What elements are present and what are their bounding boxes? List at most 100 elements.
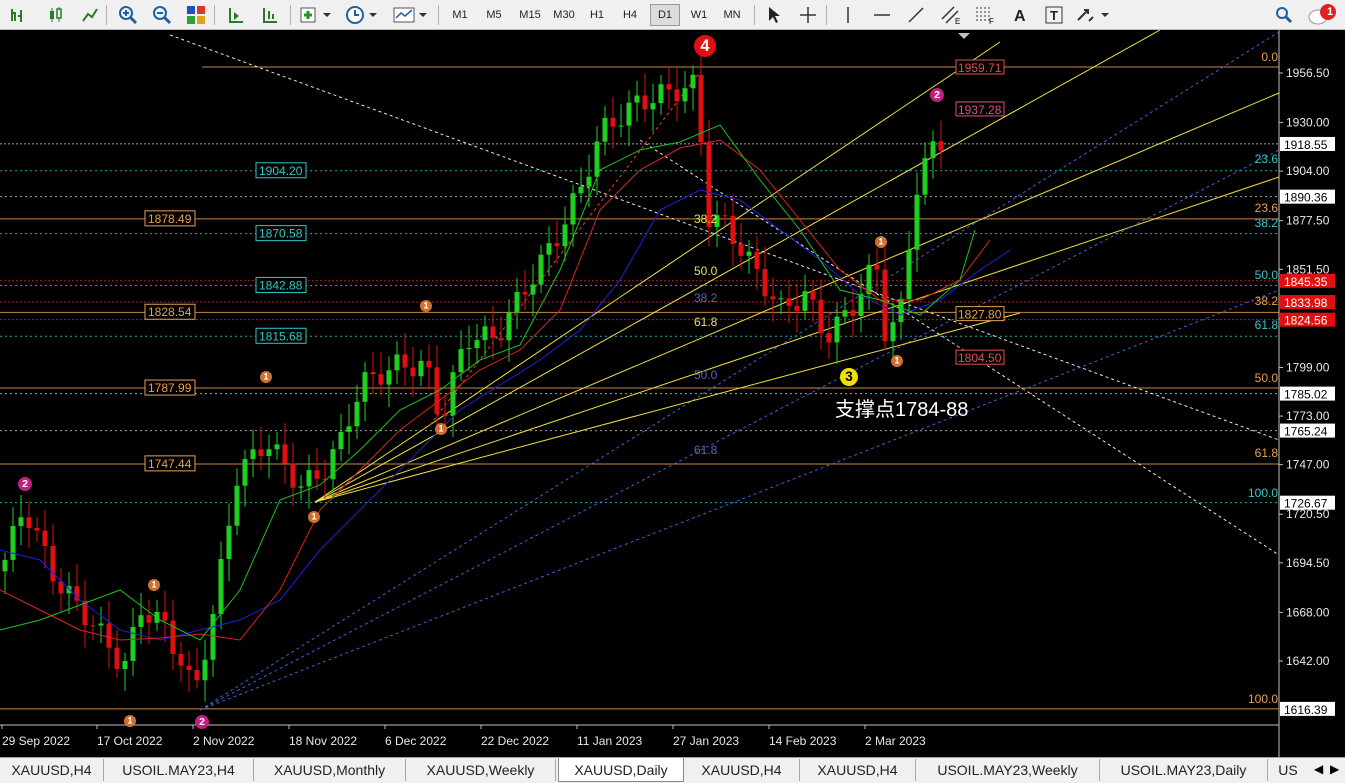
- wave-label: 3: [845, 369, 853, 384]
- period-m5-button[interactable]: M5: [479, 4, 509, 26]
- price-axis-tick: 1694.50: [1286, 556, 1330, 570]
- fib-mid-label: 50.0: [694, 368, 718, 382]
- level-label: 1878.49: [148, 212, 192, 226]
- level-label: 1815.68: [259, 329, 303, 343]
- fib-level-label: 61.8: [1255, 446, 1279, 460]
- level-label: 1870.58: [259, 227, 303, 241]
- level-label: 1828.54: [148, 305, 192, 319]
- period-m30-button[interactable]: M30: [548, 4, 580, 26]
- tab-usoil-weekly[interactable]: USOIL.MAY23,Weekly: [916, 759, 1100, 781]
- fib-level-label: 50.0: [1255, 371, 1279, 385]
- period-d1-button[interactable]: D1: [650, 4, 680, 26]
- date-axis-label: 14 Feb 2023: [769, 734, 837, 748]
- period-w1-button[interactable]: W1: [684, 4, 714, 26]
- svg-text:E: E: [955, 17, 960, 25]
- period-mn-button[interactable]: MN: [717, 4, 747, 26]
- support-annotation: 支撑点1784-88: [835, 398, 968, 421]
- templates-dropdown-icon[interactable]: [392, 4, 430, 26]
- fib-mid-label: 61.8: [694, 315, 718, 329]
- price-axis-tick: 1773.00: [1286, 409, 1330, 423]
- tab-xauusd-h4-3[interactable]: XAUUSD,H4: [800, 759, 916, 781]
- autoscroll-icon[interactable]: [258, 4, 282, 26]
- toolbar: M1 M5 M15 M30 H1 H4 D1 W1 MN E F A T 1: [0, 0, 1345, 30]
- tile-windows-icon[interactable]: [184, 4, 208, 26]
- tab-xauusd-monthly[interactable]: XAUUSD,Monthly: [254, 759, 406, 781]
- zoom-out-icon[interactable]: [150, 4, 174, 26]
- wave-label: 2: [199, 716, 205, 728]
- tab-xauusd-weekly[interactable]: XAUUSD,Weekly: [406, 759, 556, 781]
- text-label-icon[interactable]: T: [1042, 4, 1066, 26]
- date-axis-label: 22 Dec 2022: [481, 734, 549, 748]
- level-label: 1747.44: [148, 457, 192, 471]
- svg-text:T: T: [1050, 8, 1058, 23]
- indicators-dropdown-icon[interactable]: [298, 4, 334, 26]
- tab-xauusd-daily[interactable]: XAUUSD,Daily: [558, 758, 684, 782]
- wave-label: 1: [878, 237, 883, 247]
- wave-label: 1: [894, 356, 899, 366]
- price-axis-tick: 1930.00: [1286, 116, 1330, 130]
- vertical-line-icon[interactable]: [836, 4, 860, 26]
- periods-dropdown-icon[interactable]: [344, 4, 380, 26]
- period-m15-button[interactable]: M15: [513, 4, 547, 26]
- svg-text:F: F: [989, 17, 994, 25]
- fib-level-label: 61.8: [1255, 318, 1279, 332]
- period-m1-button[interactable]: M1: [445, 4, 475, 26]
- date-axis-label: 6 Dec 2022: [385, 734, 447, 748]
- zoom-in-icon[interactable]: [116, 4, 140, 26]
- fib-mid-label: 50.0: [694, 264, 718, 278]
- tab-usoil-daily[interactable]: USOIL.MAY23,Daily: [1100, 759, 1268, 781]
- tab-xauusd-h4-1[interactable]: XAUUSD,H4: [0, 759, 104, 781]
- wave-label: 1: [423, 301, 428, 311]
- bar-chart-icon[interactable]: [6, 4, 30, 26]
- date-axis-label: 2 Nov 2022: [193, 734, 255, 748]
- fib-level-label: 100.0: [1248, 486, 1278, 500]
- marker-label: 1827.80: [958, 308, 1002, 322]
- fib-mid-label: 38.2: [694, 291, 718, 305]
- svg-text:A: A: [1014, 8, 1026, 24]
- trendline-icon[interactable]: [904, 4, 928, 26]
- level-label: 1842.88: [259, 278, 303, 292]
- tab-scroll-left-icon[interactable]: ◀: [1314, 762, 1323, 776]
- date-axis-label: 11 Jan 2023: [577, 734, 642, 748]
- level-label: 1904.20: [259, 164, 303, 178]
- level-label: 1787.99: [148, 381, 192, 395]
- fibonacci-retracement-icon[interactable]: F: [972, 4, 998, 26]
- candlestick-chart-icon[interactable]: [44, 4, 68, 26]
- text-tool-icon[interactable]: A: [1008, 4, 1032, 26]
- price-axis-tick: 1642.00: [1286, 654, 1330, 668]
- wave-label: 1: [127, 716, 132, 726]
- horizontal-line-icon[interactable]: [870, 4, 894, 26]
- tab-us-partial[interactable]: US: [1268, 759, 1308, 781]
- price-tag-value: 1918.55: [1284, 138, 1328, 152]
- tab-xauusd-h4-2[interactable]: XAUUSD,H4: [684, 759, 800, 781]
- date-axis-label: 18 Nov 2022: [289, 734, 357, 748]
- price-tag-value: 1824.56: [1284, 314, 1328, 328]
- cursor-icon[interactable]: [762, 4, 786, 26]
- arrows-dropdown-icon[interactable]: [1074, 4, 1112, 26]
- period-h1-button[interactable]: H1: [582, 4, 612, 26]
- price-tag-value: 1765.24: [1284, 425, 1328, 439]
- chart-tab-bar: XAUUSD,H4 USOIL.MAY23,H4 XAUUSD,Monthly …: [0, 757, 1345, 783]
- period-h4-button[interactable]: H4: [615, 4, 645, 26]
- price-tag-value: 1890.36: [1284, 191, 1328, 205]
- fib-level-label: 38.2: [1255, 294, 1279, 308]
- tab-scroll-right-icon[interactable]: ▶: [1330, 762, 1339, 776]
- wave-label: 4: [700, 37, 710, 55]
- marker-label: 1959.71: [958, 61, 1002, 75]
- marker-label: 1937.28: [958, 103, 1002, 117]
- crosshair-icon[interactable]: [796, 4, 820, 26]
- search-icon[interactable]: [1272, 4, 1296, 26]
- wave-label: 2: [22, 478, 28, 490]
- marker-label: 1804.50: [958, 351, 1002, 365]
- date-axis-label: 2 Mar 2023: [865, 734, 926, 748]
- chart-shift-icon[interactable]: [224, 4, 248, 26]
- wave-label: 1: [151, 580, 156, 590]
- price-chart[interactable]: 1904.20 1878.49 1870.58 1842.88 1828.54 1815.…: [0, 30, 1345, 757]
- price-tag-value: 1785.02: [1284, 388, 1328, 402]
- equidistant-channel-icon[interactable]: E: [938, 4, 964, 26]
- tab-usoil-h4[interactable]: USOIL.MAY23,H4: [104, 759, 254, 781]
- line-chart-icon[interactable]: [78, 4, 102, 26]
- notifications-icon[interactable]: 1: [1306, 4, 1340, 26]
- fib-level-label: 100.0: [1248, 692, 1278, 706]
- fib-level-label: 50.0: [1255, 268, 1279, 282]
